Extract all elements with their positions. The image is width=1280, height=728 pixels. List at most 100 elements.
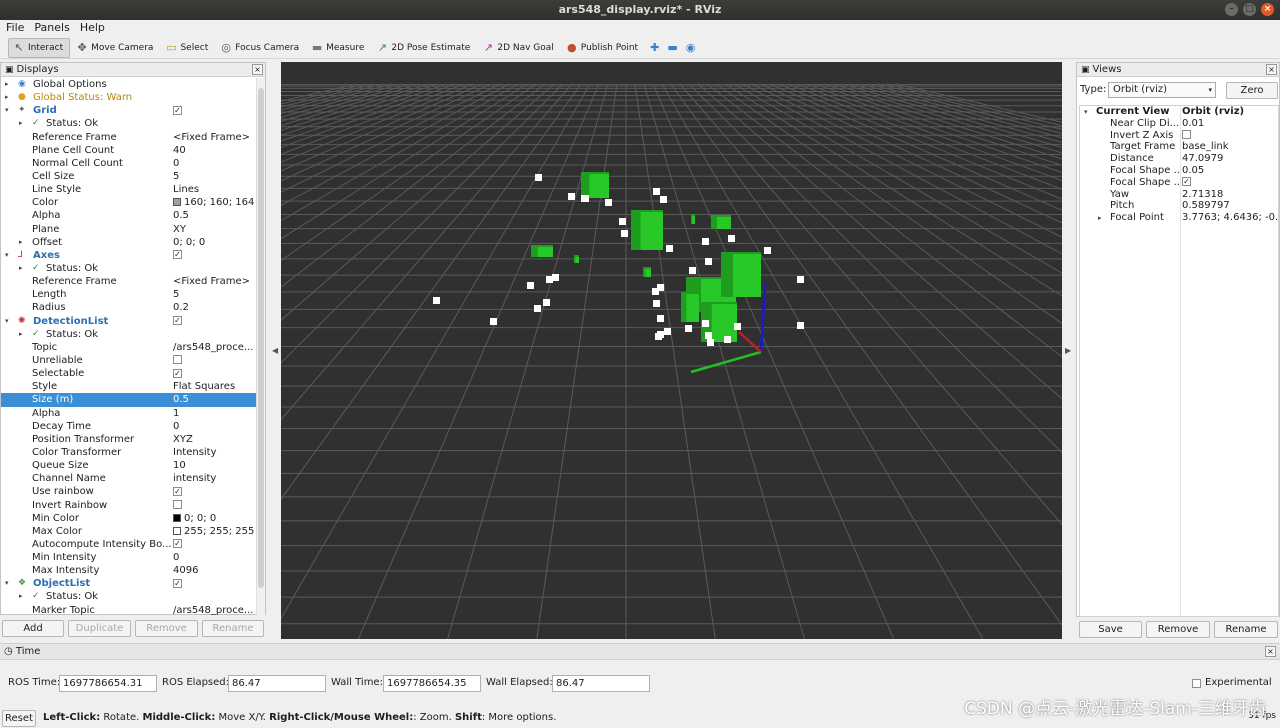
view-property-value[interactable]: 0.589797	[1182, 200, 1278, 212]
property-value[interactable]: 5	[173, 288, 255, 301]
property-value[interactable]: 5	[173, 170, 255, 183]
display-property-row[interactable]: Max Color 255; 255; 255	[1, 525, 257, 538]
view-remove-button[interactable]: Remove	[1146, 621, 1210, 638]
property-value[interactable]: 0; 0; 0	[173, 512, 255, 525]
view-property-value[interactable]: 2.71318	[1182, 189, 1278, 201]
eye-icon[interactable]: ◉	[682, 41, 700, 54]
property-value[interactable]: 255; 255; 255	[173, 525, 255, 538]
checkbox[interactable]: ✓	[173, 539, 182, 549]
reset-button[interactable]: Reset	[2, 710, 36, 727]
display-property-row[interactable]: Radius 0.2	[1, 301, 257, 314]
checkbox[interactable]	[173, 500, 182, 509]
menu-help[interactable]: Help	[80, 20, 105, 36]
display-property-row[interactable]: Marker Topic/ars548_proce...	[1, 604, 257, 615]
checkbox[interactable]: ✓	[173, 368, 182, 378]
expand-arrow-icon[interactable]: ▸	[5, 91, 9, 104]
display-property-row[interactable]: ▸ ● Global Status: Warn	[1, 91, 257, 104]
property-value[interactable]: XYZ	[173, 433, 255, 446]
wall-elapsed-field[interactable]: 86.47	[552, 675, 650, 692]
view-property-row[interactable]: Near Clip Di... 0.01	[1080, 118, 1278, 130]
ros-elapsed-field[interactable]: 86.47	[228, 675, 326, 692]
remove-button[interactable]: Remove	[135, 620, 198, 637]
property-value[interactable]: 0; 0; 0	[173, 236, 255, 249]
plus-icon[interactable]: ✚	[646, 41, 663, 54]
scene-canvas[interactable]	[0, 62, 1280, 680]
checkbox[interactable]: ✓	[173, 250, 182, 260]
displays-scrollbar[interactable]	[256, 78, 265, 615]
tool-measure[interactable]: ▬ Measure	[307, 38, 370, 58]
property-value[interactable]: ✓	[173, 577, 255, 590]
display-property-row[interactable]: Channel Name intensity	[1, 472, 257, 485]
views-tree[interactable]: ▾ Current View Orbit (rviz) Near Clip Di…	[1079, 105, 1279, 617]
display-property-row[interactable]: Normal Cell Count 0	[1, 157, 257, 170]
property-value[interactable]: 0.2	[173, 301, 255, 314]
display-property-row[interactable]: Selectable ✓	[1, 367, 257, 380]
menu-file[interactable]: File	[6, 20, 24, 36]
display-property-row[interactable]: Reference Frame <Fixed Frame>	[1, 275, 257, 288]
expand-arrow-icon[interactable]: ▾	[5, 577, 9, 590]
tool-focus-camera[interactable]: ◎ Focus Camera	[216, 38, 305, 58]
view-rename-button[interactable]: Rename	[1214, 621, 1278, 638]
display-property-row[interactable]: Min Color 0; 0; 0	[1, 512, 257, 525]
display-property-row[interactable]: Plane XY	[1, 223, 257, 236]
view-property-row[interactable]: ▸ Focal Point 3.7763; 4.6436; -0....	[1080, 212, 1278, 224]
view-property-value[interactable]: 3.7763; 4.6436; -0....	[1182, 212, 1278, 224]
display-property-row[interactable]: Color Transformer Intensity	[1, 446, 257, 459]
property-value[interactable]: Lines	[173, 183, 255, 196]
display-property-row[interactable]: Reference Frame <Fixed Frame>	[1, 131, 257, 144]
add-button[interactable]: Add	[2, 620, 64, 637]
minus-icon[interactable]: ▬	[663, 41, 681, 54]
close-icon[interactable]: ×	[1265, 646, 1276, 657]
property-value[interactable]: 10	[173, 459, 255, 472]
tool-interact[interactable]: ↖ Interact	[8, 37, 71, 58]
display-property-row[interactable]: ▸ ✓ Status: Ok	[1, 590, 257, 603]
render-view-3d[interactable]	[0, 62, 1280, 680]
property-value[interactable]: intensity	[173, 472, 255, 485]
property-value[interactable]: 0	[173, 420, 255, 433]
property-value[interactable]: <Fixed Frame>	[173, 131, 255, 144]
rename-button[interactable]: Rename	[202, 620, 264, 637]
display-property-row[interactable]: Decay Time 0	[1, 420, 257, 433]
display-property-row[interactable]: Unreliable	[1, 354, 257, 367]
expand-arrow-icon[interactable]: ▾	[5, 249, 9, 262]
expand-arrow-icon[interactable]: ▸	[19, 117, 23, 130]
view-property-row[interactable]: Invert Z Axis	[1080, 130, 1278, 142]
property-value[interactable]: 40	[173, 144, 255, 157]
display-property-row[interactable]: Position Transformer XYZ	[1, 433, 257, 446]
property-value[interactable]: 160; 160; 164	[173, 196, 255, 209]
property-value[interactable]: 4096	[173, 564, 255, 577]
expand-arrow-icon[interactable]: ▸	[19, 262, 23, 275]
view-property-row[interactable]: Distance 47.0979	[1080, 153, 1278, 165]
property-value[interactable]	[173, 354, 255, 367]
checkbox[interactable]: ✓	[173, 316, 182, 326]
tool-publish-point[interactable]: ● Publish Point	[562, 38, 644, 58]
expand-arrow-icon[interactable]: ▸	[19, 328, 23, 341]
display-property-row[interactable]: ▸ Offset 0; 0; 0	[1, 236, 257, 249]
property-value[interactable]: <Fixed Frame>	[173, 275, 255, 288]
duplicate-button[interactable]: Duplicate	[68, 620, 131, 637]
tool-move-camera[interactable]: ✥ Move Camera	[72, 38, 159, 58]
property-value[interactable]: ✓	[173, 367, 255, 380]
zero-button[interactable]: Zero	[1226, 82, 1278, 99]
property-value[interactable]: 1	[173, 407, 255, 420]
property-value[interactable]: ✓	[173, 538, 255, 551]
property-value[interactable]: /ars548_proce...	[173, 341, 255, 354]
display-property-row[interactable]: ▾ ✺ DetectionList ✓	[1, 315, 257, 328]
view-property-row[interactable]: Target Frame base_link	[1080, 141, 1278, 153]
display-property-row[interactable]: ▸ ✓ Status: Ok	[1, 328, 257, 341]
display-property-row[interactable]: Color 160; 160; 164	[1, 196, 257, 209]
view-type-select[interactable]: Orbit (rviz) ▾	[1108, 82, 1216, 98]
expand-arrow-icon[interactable]: ▸	[5, 78, 9, 91]
property-value[interactable]: 0.5	[173, 209, 255, 222]
property-value[interactable]: ✓	[173, 315, 255, 328]
property-value[interactable]: XY	[173, 223, 255, 236]
view-property-row[interactable]: Yaw 2.71318	[1080, 189, 1278, 201]
display-property-row[interactable]: Alpha 1	[1, 407, 257, 420]
property-value[interactable]: Flat Squares	[173, 380, 255, 393]
expand-arrow-icon[interactable]: ▸	[1098, 212, 1102, 224]
expand-arrow-icon[interactable]: ▾	[5, 315, 9, 328]
display-property-row[interactable]: Queue Size 10	[1, 459, 257, 472]
view-property-row[interactable]: Pitch 0.589797	[1080, 200, 1278, 212]
view-property-value[interactable]: 47.0979	[1182, 153, 1278, 165]
view-property-row[interactable]: Focal Shape ... ✓	[1080, 177, 1278, 189]
